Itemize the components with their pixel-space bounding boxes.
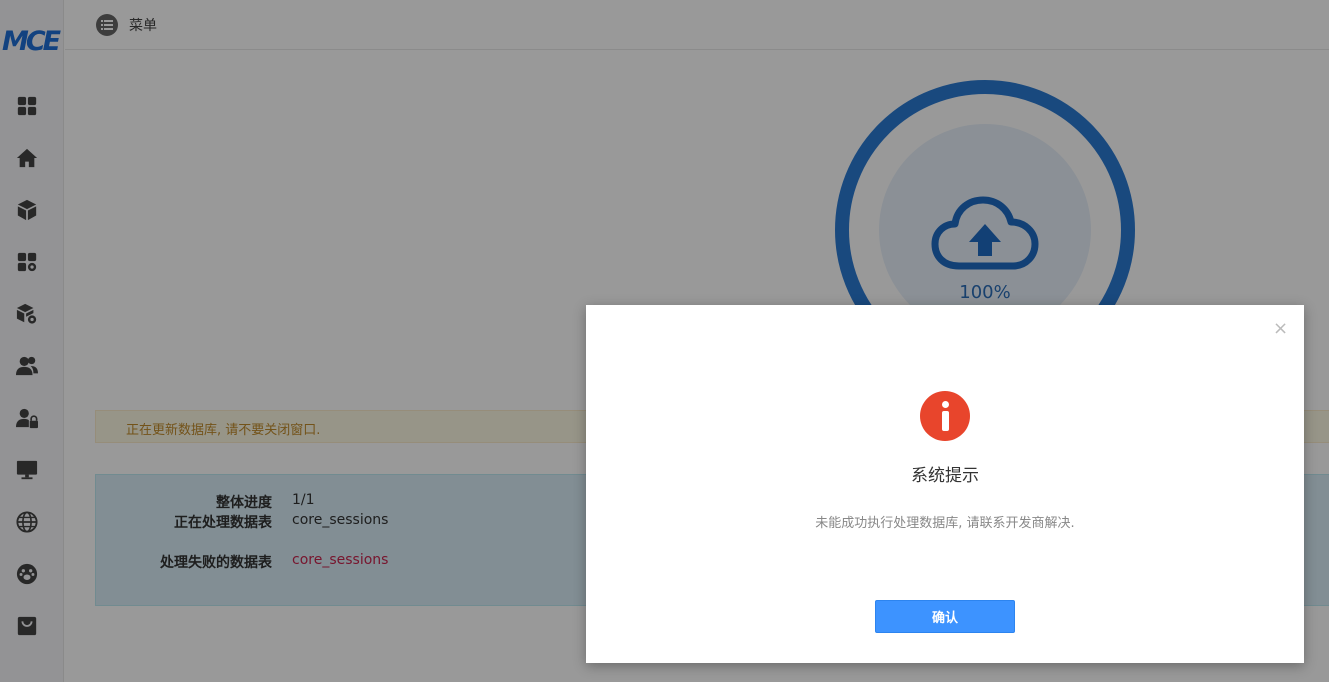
info-alert-icon [920, 391, 970, 441]
dialog-message: 未能成功执行处理数据库, 请联系开发商解决. [815, 516, 1075, 531]
close-icon[interactable]: × [1273, 320, 1288, 338]
system-alert-dialog: × 系统提示 未能成功执行处理数据库, 请联系开发商解决. 确认 [586, 305, 1304, 663]
confirm-button[interactable]: 确认 [875, 600, 1015, 633]
dialog-title: 系统提示 [911, 466, 979, 486]
